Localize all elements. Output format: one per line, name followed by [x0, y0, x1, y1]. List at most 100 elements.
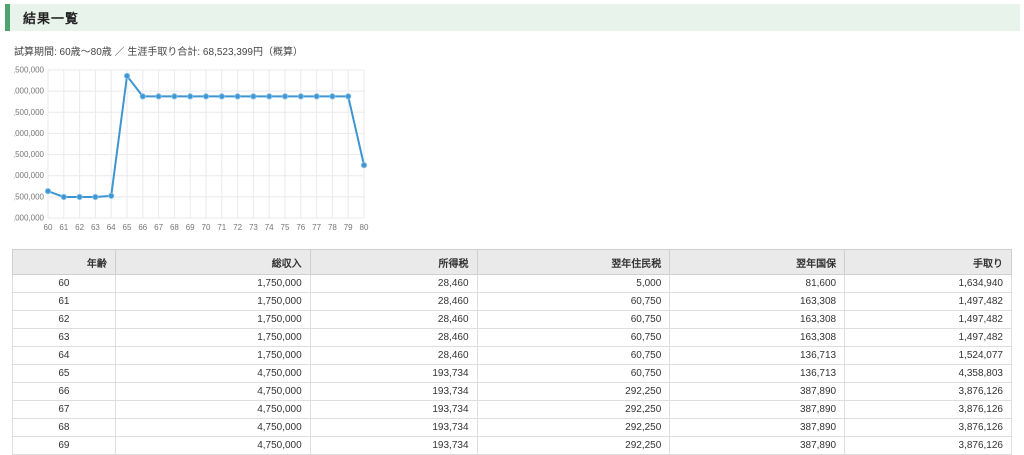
x-axis-tick-label: 79 [344, 223, 353, 232]
x-axis-tick-label: 65 [123, 223, 132, 232]
y-axis-tick-label: 2,000,000 [14, 171, 45, 180]
cell-age: 64 [13, 347, 116, 365]
x-axis-tick-label: 74 [265, 223, 274, 232]
x-axis-tick-label: 62 [75, 223, 84, 232]
table-row: 664,750,000193,734292,250387,8903,876,12… [13, 383, 1012, 401]
cell-take-home: 1,497,482 [845, 293, 1012, 311]
y-axis-tick-label: 3,500,000 [14, 108, 45, 117]
cell-gross-income: 1,750,000 [115, 329, 310, 347]
x-axis-tick-label: 78 [328, 223, 337, 232]
cell-age: 61 [13, 293, 116, 311]
results-table-head: 年齢総収入所得税翌年住民税翌年国保手取り [13, 250, 1012, 275]
table-header-row: 年齢総収入所得税翌年住民税翌年国保手取り [13, 250, 1012, 275]
cell-income-tax: 193,734 [310, 419, 477, 437]
cell-income-tax: 28,460 [310, 311, 477, 329]
x-axis-tick-label: 72 [233, 223, 242, 232]
data-point [346, 94, 351, 99]
cell-take-home: 1,524,077 [845, 347, 1012, 365]
cell-income-tax: 193,734 [310, 383, 477, 401]
col-header-take-home: 手取り [845, 250, 1012, 275]
x-axis-tick-label: 76 [296, 223, 305, 232]
cell-age: 69 [13, 437, 116, 455]
cell-next-year-resident-tax: 292,250 [477, 401, 670, 419]
results-table: 年齢総収入所得税翌年住民税翌年国保手取り 601,750,00028,4605,… [12, 249, 1012, 455]
cell-next-year-national-health-insurance: 163,308 [670, 311, 845, 329]
y-axis-tick-label: 4,500,000 [14, 66, 45, 75]
cell-income-tax: 28,460 [310, 329, 477, 347]
x-axis-tick-label: 70 [202, 223, 211, 232]
simulation-summary: 試算期間: 60歳〜80歳 ／ 生涯手取り合計: 68,523,399円（概算） [14, 43, 1024, 58]
x-axis-tick-label: 80 [360, 223, 369, 232]
cell-age: 60 [13, 275, 116, 293]
data-point [298, 94, 303, 99]
cell-next-year-national-health-insurance: 387,890 [670, 383, 845, 401]
x-axis-tick-label: 75 [281, 223, 290, 232]
cell-age: 68 [13, 419, 116, 437]
table-row: 684,750,000193,734292,250387,8903,876,12… [13, 419, 1012, 437]
cell-income-tax: 28,460 [310, 275, 477, 293]
data-point [77, 194, 82, 199]
x-axis-tick-label: 71 [217, 223, 226, 232]
cell-gross-income: 1,750,000 [115, 293, 310, 311]
data-point [93, 194, 98, 199]
cell-age: 66 [13, 383, 116, 401]
x-axis-tick-label: 67 [154, 223, 163, 232]
cell-next-year-resident-tax: 292,250 [477, 437, 670, 455]
col-header-gross-income: 総収入 [115, 250, 310, 275]
cell-take-home: 1,634,940 [845, 275, 1012, 293]
x-axis-tick-label: 64 [107, 223, 116, 232]
data-point [219, 94, 224, 99]
data-point [267, 94, 272, 99]
x-axis-tick-label: 77 [312, 223, 321, 232]
col-header-age: 年齢 [13, 250, 116, 275]
data-point [156, 94, 161, 99]
data-point [45, 189, 50, 194]
data-point [172, 94, 177, 99]
data-point [140, 94, 145, 99]
x-axis-tick-label: 61 [59, 223, 68, 232]
cell-next-year-resident-tax: 60,750 [477, 347, 670, 365]
table-row: 611,750,00028,46060,750163,3081,497,482 [13, 293, 1012, 311]
data-point [124, 73, 129, 78]
x-axis-tick-label: 69 [186, 223, 195, 232]
cell-take-home: 3,876,126 [845, 419, 1012, 437]
cell-income-tax: 193,734 [310, 401, 477, 419]
cell-next-year-national-health-insurance: 81,600 [670, 275, 845, 293]
cell-next-year-resident-tax: 60,750 [477, 365, 670, 383]
cell-next-year-resident-tax: 60,750 [477, 329, 670, 347]
cell-income-tax: 193,734 [310, 437, 477, 455]
col-header-next-year-national-health-insurance: 翌年国保 [670, 250, 845, 275]
x-axis-tick-label: 68 [170, 223, 179, 232]
cell-next-year-national-health-insurance: 136,713 [670, 347, 845, 365]
cell-gross-income: 1,750,000 [115, 275, 310, 293]
cell-income-tax: 28,460 [310, 293, 477, 311]
cell-gross-income: 1,750,000 [115, 311, 310, 329]
cell-take-home: 3,876,126 [845, 437, 1012, 455]
col-header-next-year-resident-tax: 翌年住民税 [477, 250, 670, 275]
x-axis-tick-label: 63 [91, 223, 100, 232]
cell-gross-income: 1,750,000 [115, 347, 310, 365]
y-axis-tick-label: 4,000,000 [14, 87, 45, 96]
y-axis-tick-label: 3,000,000 [14, 129, 45, 138]
section-title-bar: 結果一覧 [5, 4, 1020, 31]
x-axis-tick-label: 60 [44, 223, 53, 232]
data-point [203, 94, 208, 99]
cell-gross-income: 4,750,000 [115, 365, 310, 383]
data-point [361, 163, 366, 168]
cell-income-tax: 193,734 [310, 365, 477, 383]
takehome-line-chart: 1,000,0001,500,0002,000,0002,500,0003,00… [14, 60, 374, 240]
cell-take-home: 3,876,126 [845, 383, 1012, 401]
table-row: 621,750,00028,46060,750163,3081,497,482 [13, 311, 1012, 329]
cell-age: 65 [13, 365, 116, 383]
data-point [282, 94, 287, 99]
data-point [61, 194, 66, 199]
cell-next-year-national-health-insurance: 136,713 [670, 365, 845, 383]
cell-take-home: 1,497,482 [845, 311, 1012, 329]
cell-take-home: 3,876,126 [845, 401, 1012, 419]
data-point [330, 94, 335, 99]
y-axis-tick-label: 1,000,000 [14, 214, 45, 223]
cell-take-home: 4,358,803 [845, 365, 1012, 383]
cell-income-tax: 28,460 [310, 347, 477, 365]
table-row: 694,750,000193,734292,250387,8903,876,12… [13, 437, 1012, 455]
data-point [235, 94, 240, 99]
